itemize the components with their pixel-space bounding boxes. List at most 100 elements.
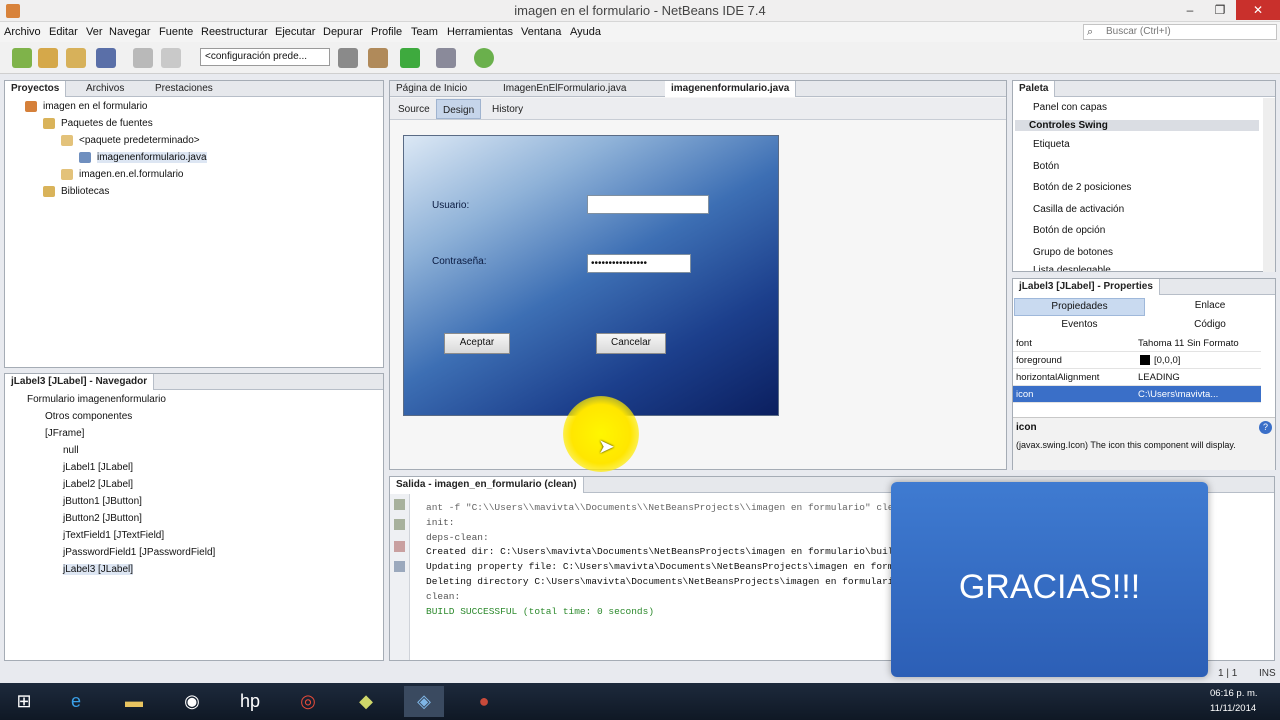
close-button[interactable]: ✕: [1236, 0, 1280, 20]
palette-item-radio-button[interactable]: Botón de opción: [1033, 225, 1105, 236]
tab-palette[interactable]: Paleta: [1013, 81, 1056, 97]
password-field[interactable]: ••••••••••••••••: [587, 254, 691, 273]
media-player-icon[interactable]: ◉: [172, 686, 212, 717]
nav-null-layout[interactable]: null: [63, 445, 79, 456]
settings-icon[interactable]: [394, 561, 405, 572]
clock-time[interactable]: 06:16 p. m.: [1210, 688, 1258, 699]
palette-item-layered-pane[interactable]: Panel con capas: [1033, 102, 1107, 113]
tab-prestaciones[interactable]: Prestaciones: [149, 81, 219, 97]
property-row-selected[interactable]: icon C:\Users\mavivta...: [1013, 386, 1261, 403]
property-value[interactable]: [0,0,0]: [1138, 355, 1246, 366]
menu-navegar[interactable]: Navegar: [109, 26, 151, 38]
aceptar-button[interactable]: Aceptar: [444, 333, 510, 354]
tab-archivos[interactable]: Archivos: [80, 81, 130, 97]
nav-jpasswordfield1[interactable]: jPasswordField1 [JPasswordField]: [63, 547, 215, 558]
palette-item-button-group[interactable]: Grupo de botones: [1033, 247, 1113, 258]
tree-source-packages[interactable]: Paquetes de fuentes: [61, 118, 153, 129]
property-row[interactable]: horizontalAlignment LEADING: [1013, 369, 1261, 386]
menu-fuente[interactable]: Fuente: [159, 26, 193, 38]
nav-jbutton2[interactable]: jButton2 [JButton]: [63, 513, 142, 524]
new-project-icon[interactable]: [38, 48, 58, 68]
clock-date[interactable]: 11/11/2014: [1210, 703, 1256, 714]
usuario-textfield[interactable]: [587, 195, 709, 214]
palette-item-checkbox[interactable]: Casilla de activación: [1033, 204, 1124, 215]
rerun-icon[interactable]: [394, 499, 405, 510]
menu-reestructurar[interactable]: Reestructurar: [201, 26, 268, 38]
nav-form-root[interactable]: Formulario imagenenformulario: [27, 394, 166, 405]
clean-build-icon[interactable]: [368, 48, 388, 68]
usuario-label[interactable]: Usuario:: [432, 200, 469, 211]
menu-herramientas[interactable]: Herramientas: [447, 26, 513, 38]
property-value[interactable]: C:\Users\mavivta...: [1138, 389, 1246, 400]
contrasena-label[interactable]: Contraseña:: [432, 256, 486, 267]
tree-form-file[interactable]: imagenenformulario.java: [97, 152, 207, 163]
nav-jlabel1[interactable]: jLabel1 [JLabel]: [63, 462, 133, 473]
save-all-icon[interactable]: [96, 48, 116, 68]
tree-libraries[interactable]: Bibliotecas: [61, 186, 109, 197]
run-icon[interactable]: [400, 48, 420, 68]
palette-scrollbar[interactable]: [1263, 98, 1275, 272]
tab-imagenenformulario[interactable]: imagenenformulario.java: [665, 81, 797, 97]
minimize-button[interactable]: –: [1175, 0, 1205, 20]
configuration-select[interactable]: <configuración prede...: [200, 48, 330, 66]
nav-jlabel2[interactable]: jLabel2 [JLabel]: [63, 479, 133, 490]
hp-icon[interactable]: hp: [230, 686, 270, 717]
undo-icon[interactable]: [133, 48, 153, 68]
source-mode-button[interactable]: Source: [392, 102, 436, 118]
menu-archivo[interactable]: Archivo: [4, 26, 41, 38]
history-mode-button[interactable]: History: [486, 102, 529, 118]
menu-ver[interactable]: Ver: [86, 26, 103, 38]
nav-jlabel3[interactable]: jLabel3 [JLabel]: [63, 564, 134, 575]
palette-item-combobox[interactable]: Lista desplegable: [1033, 265, 1111, 271]
tab-start-page[interactable]: Página de Inicio: [390, 81, 473, 97]
build-icon[interactable]: [338, 48, 358, 68]
nav-jframe[interactable]: [JFrame]: [45, 428, 84, 439]
search-input[interactable]: Buscar (Ctrl+I): [1083, 24, 1277, 40]
properties-subtab[interactable]: Propiedades: [1014, 298, 1145, 316]
palette-item-label[interactable]: Etiqueta: [1033, 139, 1070, 150]
property-row[interactable]: font Tahoma 11 Sin Formato: [1013, 335, 1261, 352]
property-value[interactable]: LEADING: [1138, 372, 1246, 383]
nav-jbutton1[interactable]: jButton1 [JButton]: [63, 496, 142, 507]
code-subtab[interactable]: Código: [1145, 317, 1275, 335]
tab-properties[interactable]: jLabel3 [JLabel] - Properties: [1013, 279, 1160, 295]
profile-icon[interactable]: [474, 48, 494, 68]
menu-profile[interactable]: Profile: [371, 26, 402, 38]
menu-editar[interactable]: Editar: [49, 26, 78, 38]
windows-start-icon[interactable]: ⊞: [4, 686, 44, 717]
rerun-options-icon[interactable]: [394, 519, 405, 530]
palette-item-button[interactable]: Botón: [1033, 161, 1059, 172]
restore-button[interactable]: ❐: [1205, 0, 1235, 20]
property-row[interactable]: foreground [0,0,0]: [1013, 352, 1261, 369]
stop-icon[interactable]: [394, 541, 405, 552]
file-explorer-icon[interactable]: ▬: [114, 686, 154, 717]
design-mode-button[interactable]: Design: [436, 99, 482, 119]
palette-item-toggle-button[interactable]: Botón de 2 posiciones: [1033, 182, 1131, 193]
help-icon[interactable]: ?: [1259, 421, 1272, 434]
tab-imagen-en-el-formulario[interactable]: ImagenEnElFormulario.java: [497, 81, 632, 97]
nav-jtextfield1[interactable]: jTextField1 [JTextField]: [63, 530, 164, 541]
menu-ayuda[interactable]: Ayuda: [570, 26, 601, 38]
events-subtab[interactable]: Eventos: [1014, 317, 1145, 335]
tab-output[interactable]: Salida - imagen_en_formulario (clean): [390, 477, 584, 493]
binding-subtab[interactable]: Enlace: [1145, 298, 1275, 316]
netbeans-taskbar-icon[interactable]: ◈: [404, 686, 444, 717]
menu-ventana[interactable]: Ventana: [521, 26, 561, 38]
menu-team[interactable]: Team: [411, 26, 438, 38]
internet-explorer-icon[interactable]: e: [56, 686, 96, 717]
designed-form[interactable]: Usuario: Contraseña: •••••••••••••••• Ac…: [403, 135, 779, 416]
tree-default-package[interactable]: <paquete predeterminado>: [79, 135, 200, 146]
redo-icon[interactable]: [161, 48, 181, 68]
tree-project-root[interactable]: imagen en el formulario: [43, 101, 148, 112]
new-file-icon[interactable]: [12, 48, 32, 68]
recorder-icon[interactable]: ●: [464, 686, 504, 717]
tree-package[interactable]: imagen.en.el.formulario: [79, 169, 184, 180]
tab-proyectos[interactable]: Proyectos: [5, 81, 67, 97]
menu-ejecutar[interactable]: Ejecutar: [275, 26, 315, 38]
open-project-icon[interactable]: [66, 48, 86, 68]
nav-other-components[interactable]: Otros componentes: [45, 411, 132, 422]
property-value[interactable]: Tahoma 11 Sin Formato: [1138, 338, 1246, 349]
tab-navigator[interactable]: jLabel3 [JLabel] - Navegador: [5, 374, 155, 390]
camtasia-icon[interactable]: ◆: [346, 686, 386, 717]
debug-icon[interactable]: [436, 48, 456, 68]
